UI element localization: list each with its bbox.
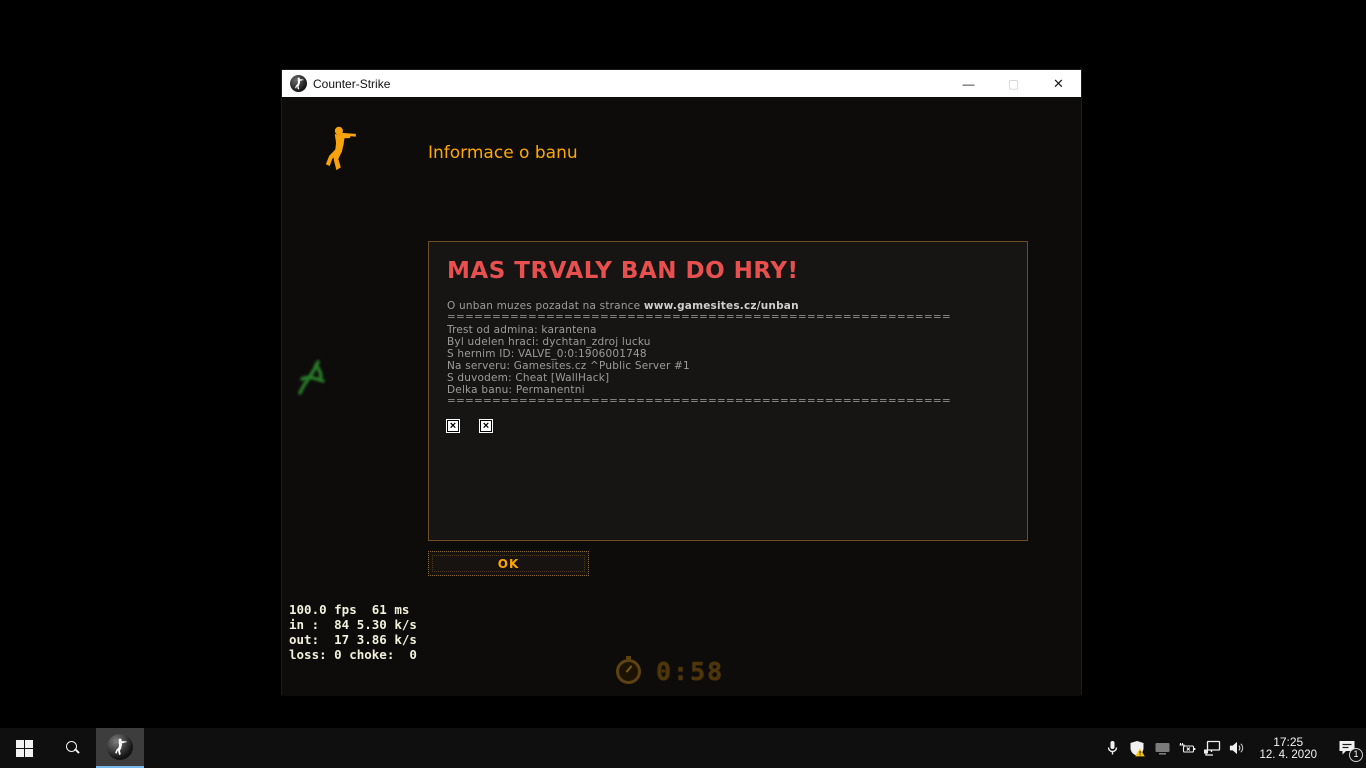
green-glyph-icon [290,349,332,401]
hud-timer: 0:58 [616,657,724,686]
ok-button[interactable]: OK [428,551,589,576]
windows-logo-icon [16,740,33,757]
clock-date: 12. 4. 2020 [1259,749,1317,762]
net-graph-line: loss: 0 choke: 0 [289,647,417,662]
separator-line: ========================================… [447,312,1009,323]
ban-detail-line: S duvodem: Cheat [WallHack] [447,372,1009,384]
cs-logo-icon [322,125,358,175]
search-button[interactable] [48,728,96,768]
network-icon[interactable] [1203,739,1221,757]
clock-time: 17:25 [1259,735,1317,749]
net-graph: 100.0 fps 61 ms in : 84 5.30 k/s out: 17… [289,602,417,662]
unban-line: O unban muzes pozadat na strance www.gam… [447,300,1009,312]
hud-timer-value: 0:58 [656,657,724,686]
broken-image-icon: × [447,420,459,432]
start-button[interactable] [0,728,48,768]
maximize-button[interactable]: ▢ [991,70,1036,97]
broken-image-icon: × [480,420,492,432]
ban-detail-line: Trest od admina: karantena [447,324,1009,336]
ban-heading: MAS TRVALY BAN DO HRY! [447,258,1009,284]
ban-detail-line: S hernim ID: VALVE_0:0:1906001748 [447,348,1009,360]
separator-line: ========================================… [447,396,1009,407]
unban-url: www.gamesites.cz/unban [644,300,799,312]
net-graph-line: 100.0 fps 61 ms [289,602,417,617]
app-icon [290,75,307,92]
microphone-icon[interactable] [1103,739,1121,757]
action-center-button[interactable]: 1 [1330,728,1364,768]
notification-badge: 1 [1349,748,1363,762]
close-button[interactable]: ✕ [1036,70,1081,97]
search-icon [64,740,80,756]
volume-icon[interactable] [1228,739,1246,757]
ban-detail-line: Byl udelen hraci: dychtan_zdroj lucku [447,336,1009,348]
taskbar: 17:25 12. 4. 2020 1 [0,728,1366,768]
title-bar[interactable]: Counter-Strike — ▢ ✕ [282,70,1081,97]
cs-taskbar-icon [107,734,133,760]
window-title: Counter-Strike [313,77,390,91]
ban-detail-line: Delka banu: Permanentni [447,384,1009,396]
net-graph-line: out: 17 3.86 k/s [289,632,417,647]
unban-text: O unban muzes pozadat na strance [447,300,644,312]
battery-power-icon[interactable] [1178,739,1196,757]
stopwatch-icon [616,659,641,684]
game-window: Counter-Strike — ▢ ✕ Informace o banu MA… [281,69,1082,695]
taskbar-clock[interactable]: 17:25 12. 4. 2020 [1253,735,1323,762]
security-shield-warning-icon[interactable] [1128,739,1146,757]
display-tray-icon[interactable] [1153,739,1171,757]
ban-panel: MAS TRVALY BAN DO HRY! O unban muzes poz… [428,241,1028,541]
net-graph-line: in : 84 5.30 k/s [289,617,417,632]
minimize-button[interactable]: — [946,70,991,97]
taskbar-app-counter-strike[interactable] [96,728,144,768]
page-title: Informace o banu [428,143,578,163]
game-content: Informace o banu MAS TRVALY BAN DO HRY! … [282,97,1081,696]
ok-button-inner-border [432,555,585,572]
system-tray: 17:25 12. 4. 2020 1 [1103,728,1366,768]
ban-detail-line: Na serveru: Gamesites.cz ^Public Server … [447,360,1009,372]
